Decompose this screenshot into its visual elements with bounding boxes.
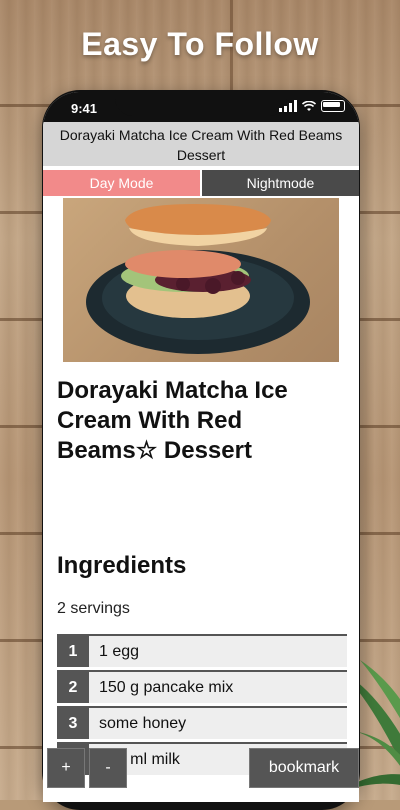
- decrease-font-button[interactable]: -: [89, 748, 127, 788]
- day-mode-button[interactable]: Day Mode: [43, 170, 200, 196]
- notch: [115, 92, 287, 116]
- servings-text: 2 servings: [57, 600, 130, 617]
- app-title-bar: Dorayaki Matcha Ice Cream With Red Beams…: [43, 122, 359, 166]
- ingredient-text: some honey: [89, 708, 347, 739]
- ingredient-text: 150 g pancake mix: [89, 672, 347, 703]
- ingredient-row: 2 150 g pancake mix: [57, 670, 347, 703]
- ingredient-row: 1 1 egg: [57, 634, 347, 667]
- increase-font-button[interactable]: +: [47, 748, 85, 788]
- ingredients-heading: Ingredients: [57, 552, 187, 579]
- battery-icon: [321, 100, 345, 112]
- phone-screen: 9:41 Dorayaki Matcha Ice Cream With Red …: [43, 92, 359, 802]
- signal-icon: [279, 100, 297, 112]
- ingredient-text: 1 egg: [89, 636, 347, 667]
- recipe-image: [63, 198, 339, 362]
- headline: Easy To Follow: [81, 26, 319, 62]
- status-time: 9:41: [71, 101, 98, 116]
- phone-frame: 9:41 Dorayaki Matcha Ice Cream With Red …: [42, 90, 360, 810]
- ingredient-number: 3: [57, 708, 89, 739]
- ingredient-number: 1: [57, 636, 89, 667]
- status-bar: 9:41: [43, 92, 359, 122]
- ingredient-number: 2: [57, 672, 89, 703]
- night-mode-button[interactable]: Nightmode: [202, 170, 359, 196]
- recipe-title: Dorayaki Matcha Ice Cream With Red Beams…: [57, 377, 288, 464]
- wifi-icon: [302, 100, 316, 111]
- bookmark-button[interactable]: bookmark: [249, 748, 359, 788]
- ingredient-row: 3 some honey: [57, 706, 347, 739]
- dorayaki-photo: [86, 204, 310, 354]
- mode-switch: Day Mode Nightmode: [43, 170, 359, 196]
